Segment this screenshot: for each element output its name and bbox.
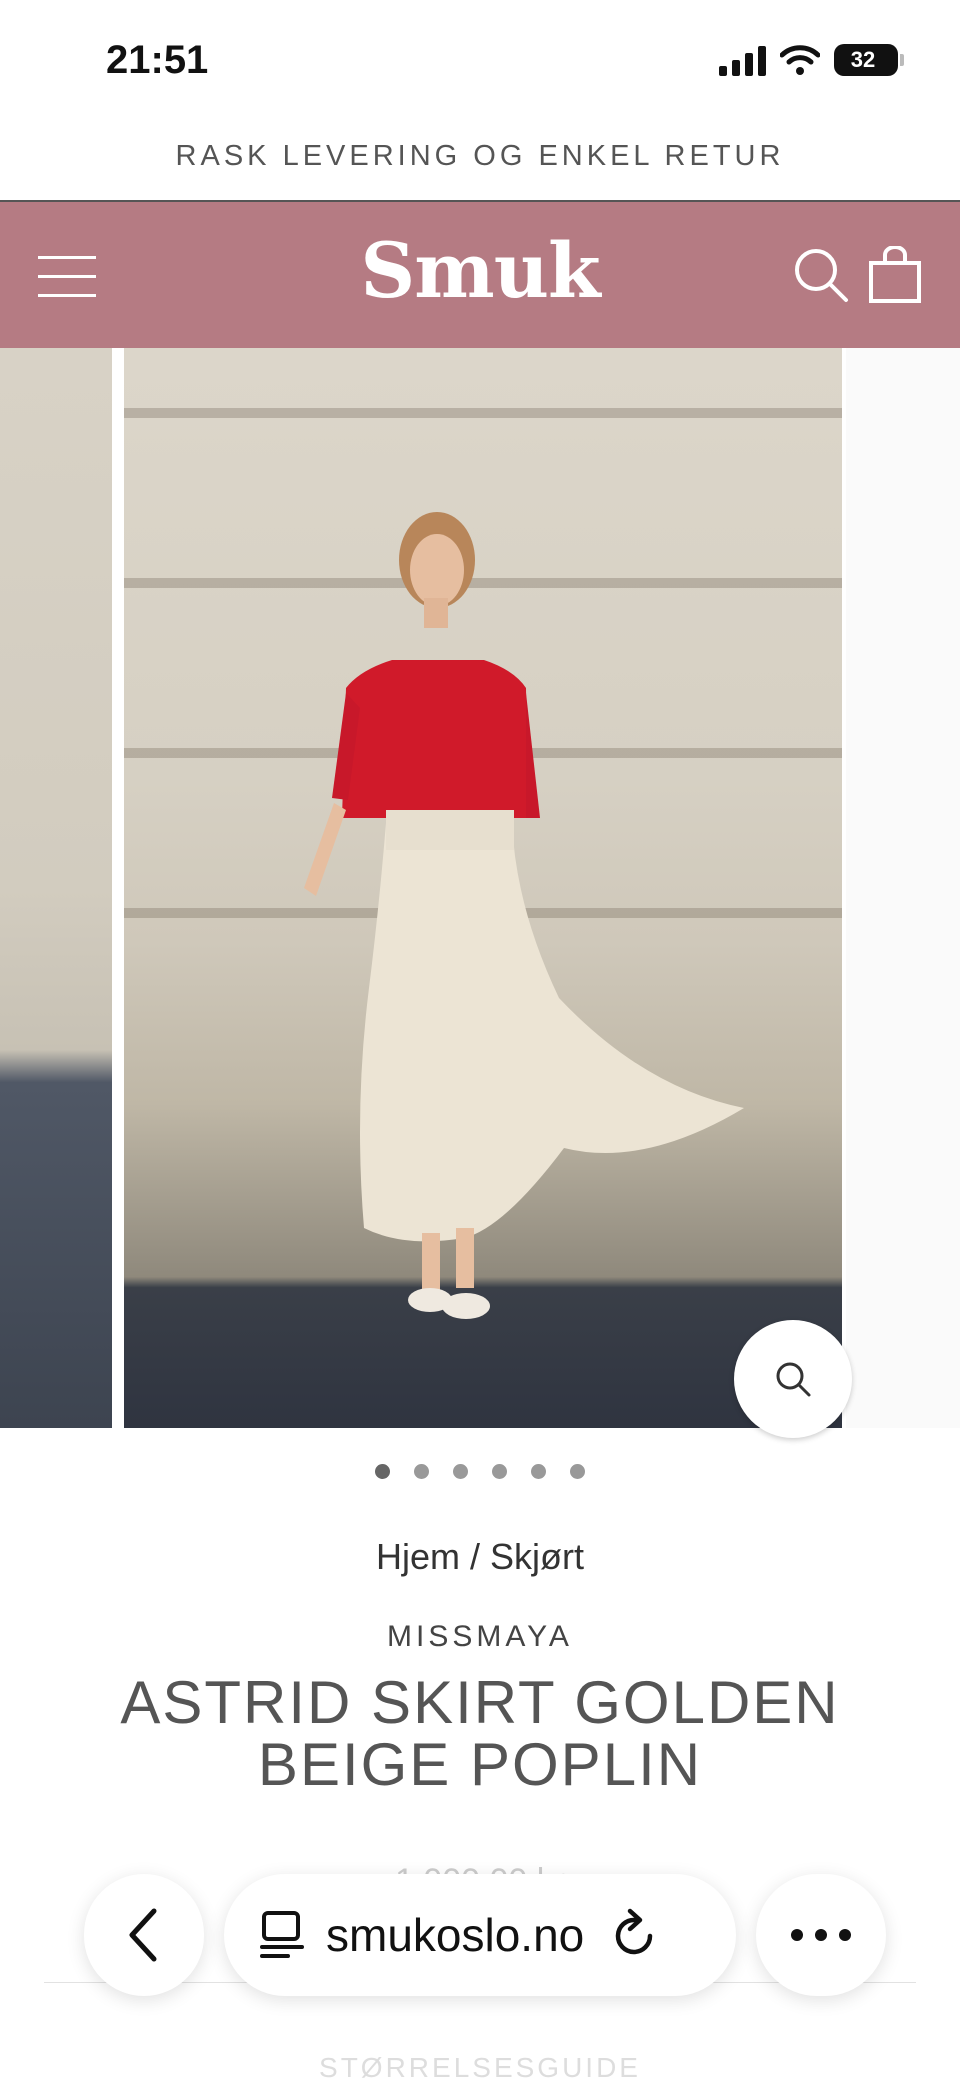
more-button[interactable]	[756, 1874, 886, 1996]
breadcrumb[interactable]: Hjem / Skjørt	[0, 1536, 960, 1578]
gallery-slide-previous[interactable]	[0, 348, 112, 1428]
zoom-icon	[776, 1362, 811, 1397]
status-icons: 32	[719, 44, 904, 76]
product-brand[interactable]: MISSMAYA	[0, 1620, 960, 1654]
signal-icon	[719, 44, 766, 76]
product-gallery[interactable]	[0, 348, 960, 1428]
tabs-icon[interactable]	[258, 1909, 306, 1961]
gallery-dot[interactable]	[492, 1464, 507, 1479]
back-button[interactable]	[84, 1874, 204, 1996]
back-icon	[129, 1908, 157, 1962]
gallery-pagination[interactable]	[0, 1464, 960, 1479]
gallery-slide-next[interactable]	[846, 348, 960, 1428]
bag-icon[interactable]	[868, 246, 922, 304]
status-bar: 21:51 32	[0, 0, 960, 120]
size-guide-link[interactable]: STØRRELSESGUIDE	[0, 2052, 960, 2084]
search-icon[interactable]	[792, 246, 850, 304]
gallery-dot[interactable]	[453, 1464, 468, 1479]
gallery-dot[interactable]	[414, 1464, 429, 1479]
url-text[interactable]: smukoslo.no	[326, 1908, 584, 1962]
more-icon	[791, 1929, 851, 1941]
product-title: ASTRID SKIRT GOLDEN BEIGE POPLIN	[120, 1669, 840, 1798]
address-bar[interactable]: smukoslo.no	[224, 1874, 736, 1996]
gallery-dot[interactable]	[375, 1464, 390, 1479]
gallery-dot[interactable]	[570, 1464, 585, 1479]
battery-icon: 32	[834, 44, 904, 76]
battery-level: 32	[850, 47, 876, 72]
gallery-dot[interactable]	[531, 1464, 546, 1479]
status-time: 21:51	[106, 38, 209, 82]
promo-banner: RASK LEVERING OG ENKEL RETUR	[175, 140, 785, 172]
model-figure	[304, 512, 744, 1319]
site-header: Smuk	[0, 200, 960, 348]
reload-icon[interactable]	[610, 1908, 660, 1962]
product-image[interactable]	[124, 348, 842, 1428]
zoom-button[interactable]	[734, 1320, 852, 1438]
wifi-icon	[780, 45, 820, 75]
